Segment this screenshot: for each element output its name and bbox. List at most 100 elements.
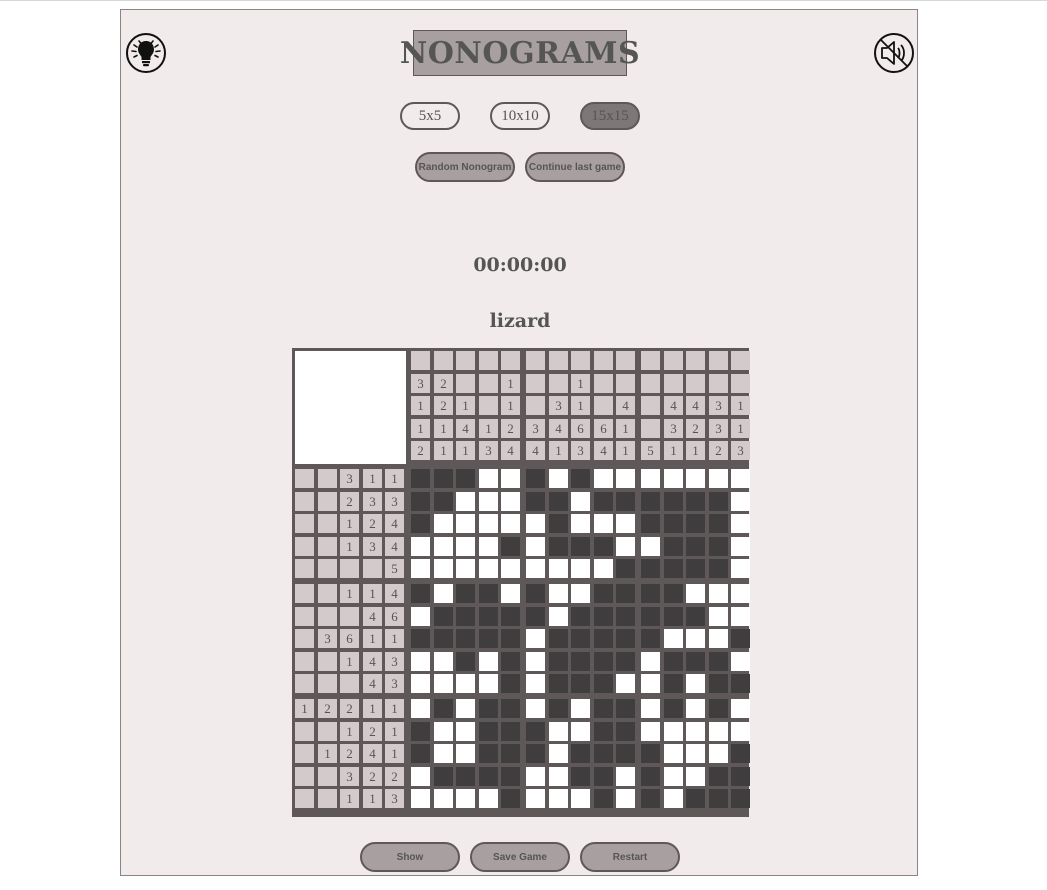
grid-cell-filled[interactable]: [526, 492, 545, 511]
grid-cell-empty[interactable]: [616, 789, 635, 808]
grid-cell-empty[interactable]: [664, 767, 683, 786]
grid-cell-empty[interactable]: [709, 629, 728, 648]
grid-cell-filled[interactable]: [434, 699, 453, 718]
grid-cell-filled[interactable]: [709, 699, 728, 718]
save-game-button[interactable]: Save Game: [470, 842, 570, 872]
grid-cell-empty[interactable]: [501, 584, 520, 603]
grid-cell-filled[interactable]: [594, 744, 613, 763]
grid-cell-filled[interactable]: [526, 584, 545, 603]
grid-cell-filled[interactable]: [411, 584, 430, 603]
grid-cell-filled[interactable]: [479, 607, 498, 626]
grid-cell-empty[interactable]: [526, 629, 545, 648]
grid-cell-empty[interactable]: [411, 699, 430, 718]
grid-cell-filled[interactable]: [411, 629, 430, 648]
grid-cell-empty[interactable]: [616, 767, 635, 786]
grid-cell-filled[interactable]: [571, 537, 590, 556]
grid-cell-filled[interactable]: [571, 767, 590, 786]
grid-cell-filled[interactable]: [594, 584, 613, 603]
grid-cell-empty[interactable]: [731, 722, 750, 741]
grid-cell-filled[interactable]: [501, 722, 520, 741]
grid-cell-filled[interactable]: [526, 722, 545, 741]
grid-cell-empty[interactable]: [411, 607, 430, 626]
grid-cell-filled[interactable]: [549, 514, 568, 533]
grid-cell-filled[interactable]: [434, 469, 453, 488]
grid-cell-filled[interactable]: [456, 629, 475, 648]
grid-cell-filled[interactable]: [549, 537, 568, 556]
grid-cell-filled[interactable]: [411, 492, 430, 511]
grid-cell-filled[interactable]: [434, 767, 453, 786]
grid-cell-empty[interactable]: [549, 789, 568, 808]
grid-cell-filled[interactable]: [686, 607, 705, 626]
grid-cell-empty[interactable]: [571, 514, 590, 533]
grid-cell-filled[interactable]: [664, 492, 683, 511]
grid-cell-empty[interactable]: [501, 469, 520, 488]
grid-cell-empty[interactable]: [479, 559, 498, 578]
grid-cell-filled[interactable]: [641, 744, 660, 763]
grid-cell-empty[interactable]: [411, 767, 430, 786]
grid-cell-filled[interactable]: [594, 722, 613, 741]
grid-cell-filled[interactable]: [501, 699, 520, 718]
grid-cell-empty[interactable]: [664, 722, 683, 741]
grid-cell-empty[interactable]: [501, 492, 520, 511]
grid-cell-empty[interactable]: [479, 469, 498, 488]
grid-cell-empty[interactable]: [411, 537, 430, 556]
grid-cell-empty[interactable]: [434, 674, 453, 693]
grid-cell-filled[interactable]: [501, 789, 520, 808]
continue-last-game-button[interactable]: Continue last game: [525, 152, 625, 182]
grid-cell-filled[interactable]: [594, 767, 613, 786]
grid-cell-filled[interactable]: [571, 744, 590, 763]
grid-cell-empty[interactable]: [549, 607, 568, 626]
grid-cell-empty[interactable]: [434, 722, 453, 741]
grid-cell-empty[interactable]: [549, 559, 568, 578]
grid-cell-filled[interactable]: [709, 789, 728, 808]
grid-cell-filled[interactable]: [664, 607, 683, 626]
grid-cell-filled[interactable]: [616, 629, 635, 648]
grid-cell-filled[interactable]: [594, 537, 613, 556]
grid-cell-empty[interactable]: [686, 699, 705, 718]
grid-cell-empty[interactable]: [594, 514, 613, 533]
hint-button[interactable]: [126, 33, 166, 73]
grid-cell-empty[interactable]: [641, 699, 660, 718]
grid-cell-filled[interactable]: [411, 722, 430, 741]
grid-cell-filled[interactable]: [664, 699, 683, 718]
grid-cell-empty[interactable]: [686, 744, 705, 763]
grid-cell-filled[interactable]: [641, 514, 660, 533]
grid-cell-empty[interactable]: [526, 767, 545, 786]
grid-cell-filled[interactable]: [456, 584, 475, 603]
grid-cell-filled[interactable]: [526, 469, 545, 488]
grid-cell-empty[interactable]: [434, 537, 453, 556]
grid-cell-filled[interactable]: [456, 767, 475, 786]
grid-cell-filled[interactable]: [641, 607, 660, 626]
grid-cell-empty[interactable]: [526, 652, 545, 671]
grid-cell-filled[interactable]: [411, 514, 430, 533]
grid-cell-filled[interactable]: [686, 789, 705, 808]
grid-cell-empty[interactable]: [479, 789, 498, 808]
grid-cell-empty[interactable]: [479, 514, 498, 533]
grid-cell-filled[interactable]: [616, 652, 635, 671]
grid-cell-filled[interactable]: [501, 652, 520, 671]
grid-cell-filled[interactable]: [616, 744, 635, 763]
grid-cell-empty[interactable]: [434, 789, 453, 808]
grid-cell-filled[interactable]: [731, 789, 750, 808]
grid-cell-empty[interactable]: [616, 469, 635, 488]
grid-cell-empty[interactable]: [526, 559, 545, 578]
grid-cell-filled[interactable]: [501, 629, 520, 648]
grid-cell-empty[interactable]: [526, 514, 545, 533]
grid-cell-filled[interactable]: [616, 584, 635, 603]
grid-cell-filled[interactable]: [616, 607, 635, 626]
grid-cell-empty[interactable]: [571, 699, 590, 718]
grid-cell-filled[interactable]: [571, 674, 590, 693]
grid-cell-empty[interactable]: [434, 584, 453, 603]
grid-cell-empty[interactable]: [664, 629, 683, 648]
grid-cell-empty[interactable]: [731, 699, 750, 718]
grid-cell-filled[interactable]: [571, 629, 590, 648]
grid-cell-empty[interactable]: [549, 584, 568, 603]
grid-cell-empty[interactable]: [709, 607, 728, 626]
grid-cell-filled[interactable]: [664, 584, 683, 603]
grid-cell-empty[interactable]: [456, 514, 475, 533]
grid-cell-filled[interactable]: [664, 514, 683, 533]
grid-cell-empty[interactable]: [731, 559, 750, 578]
grid-cell-filled[interactable]: [571, 469, 590, 488]
grid-cell-empty[interactable]: [456, 674, 475, 693]
grid-cell-filled[interactable]: [686, 514, 705, 533]
